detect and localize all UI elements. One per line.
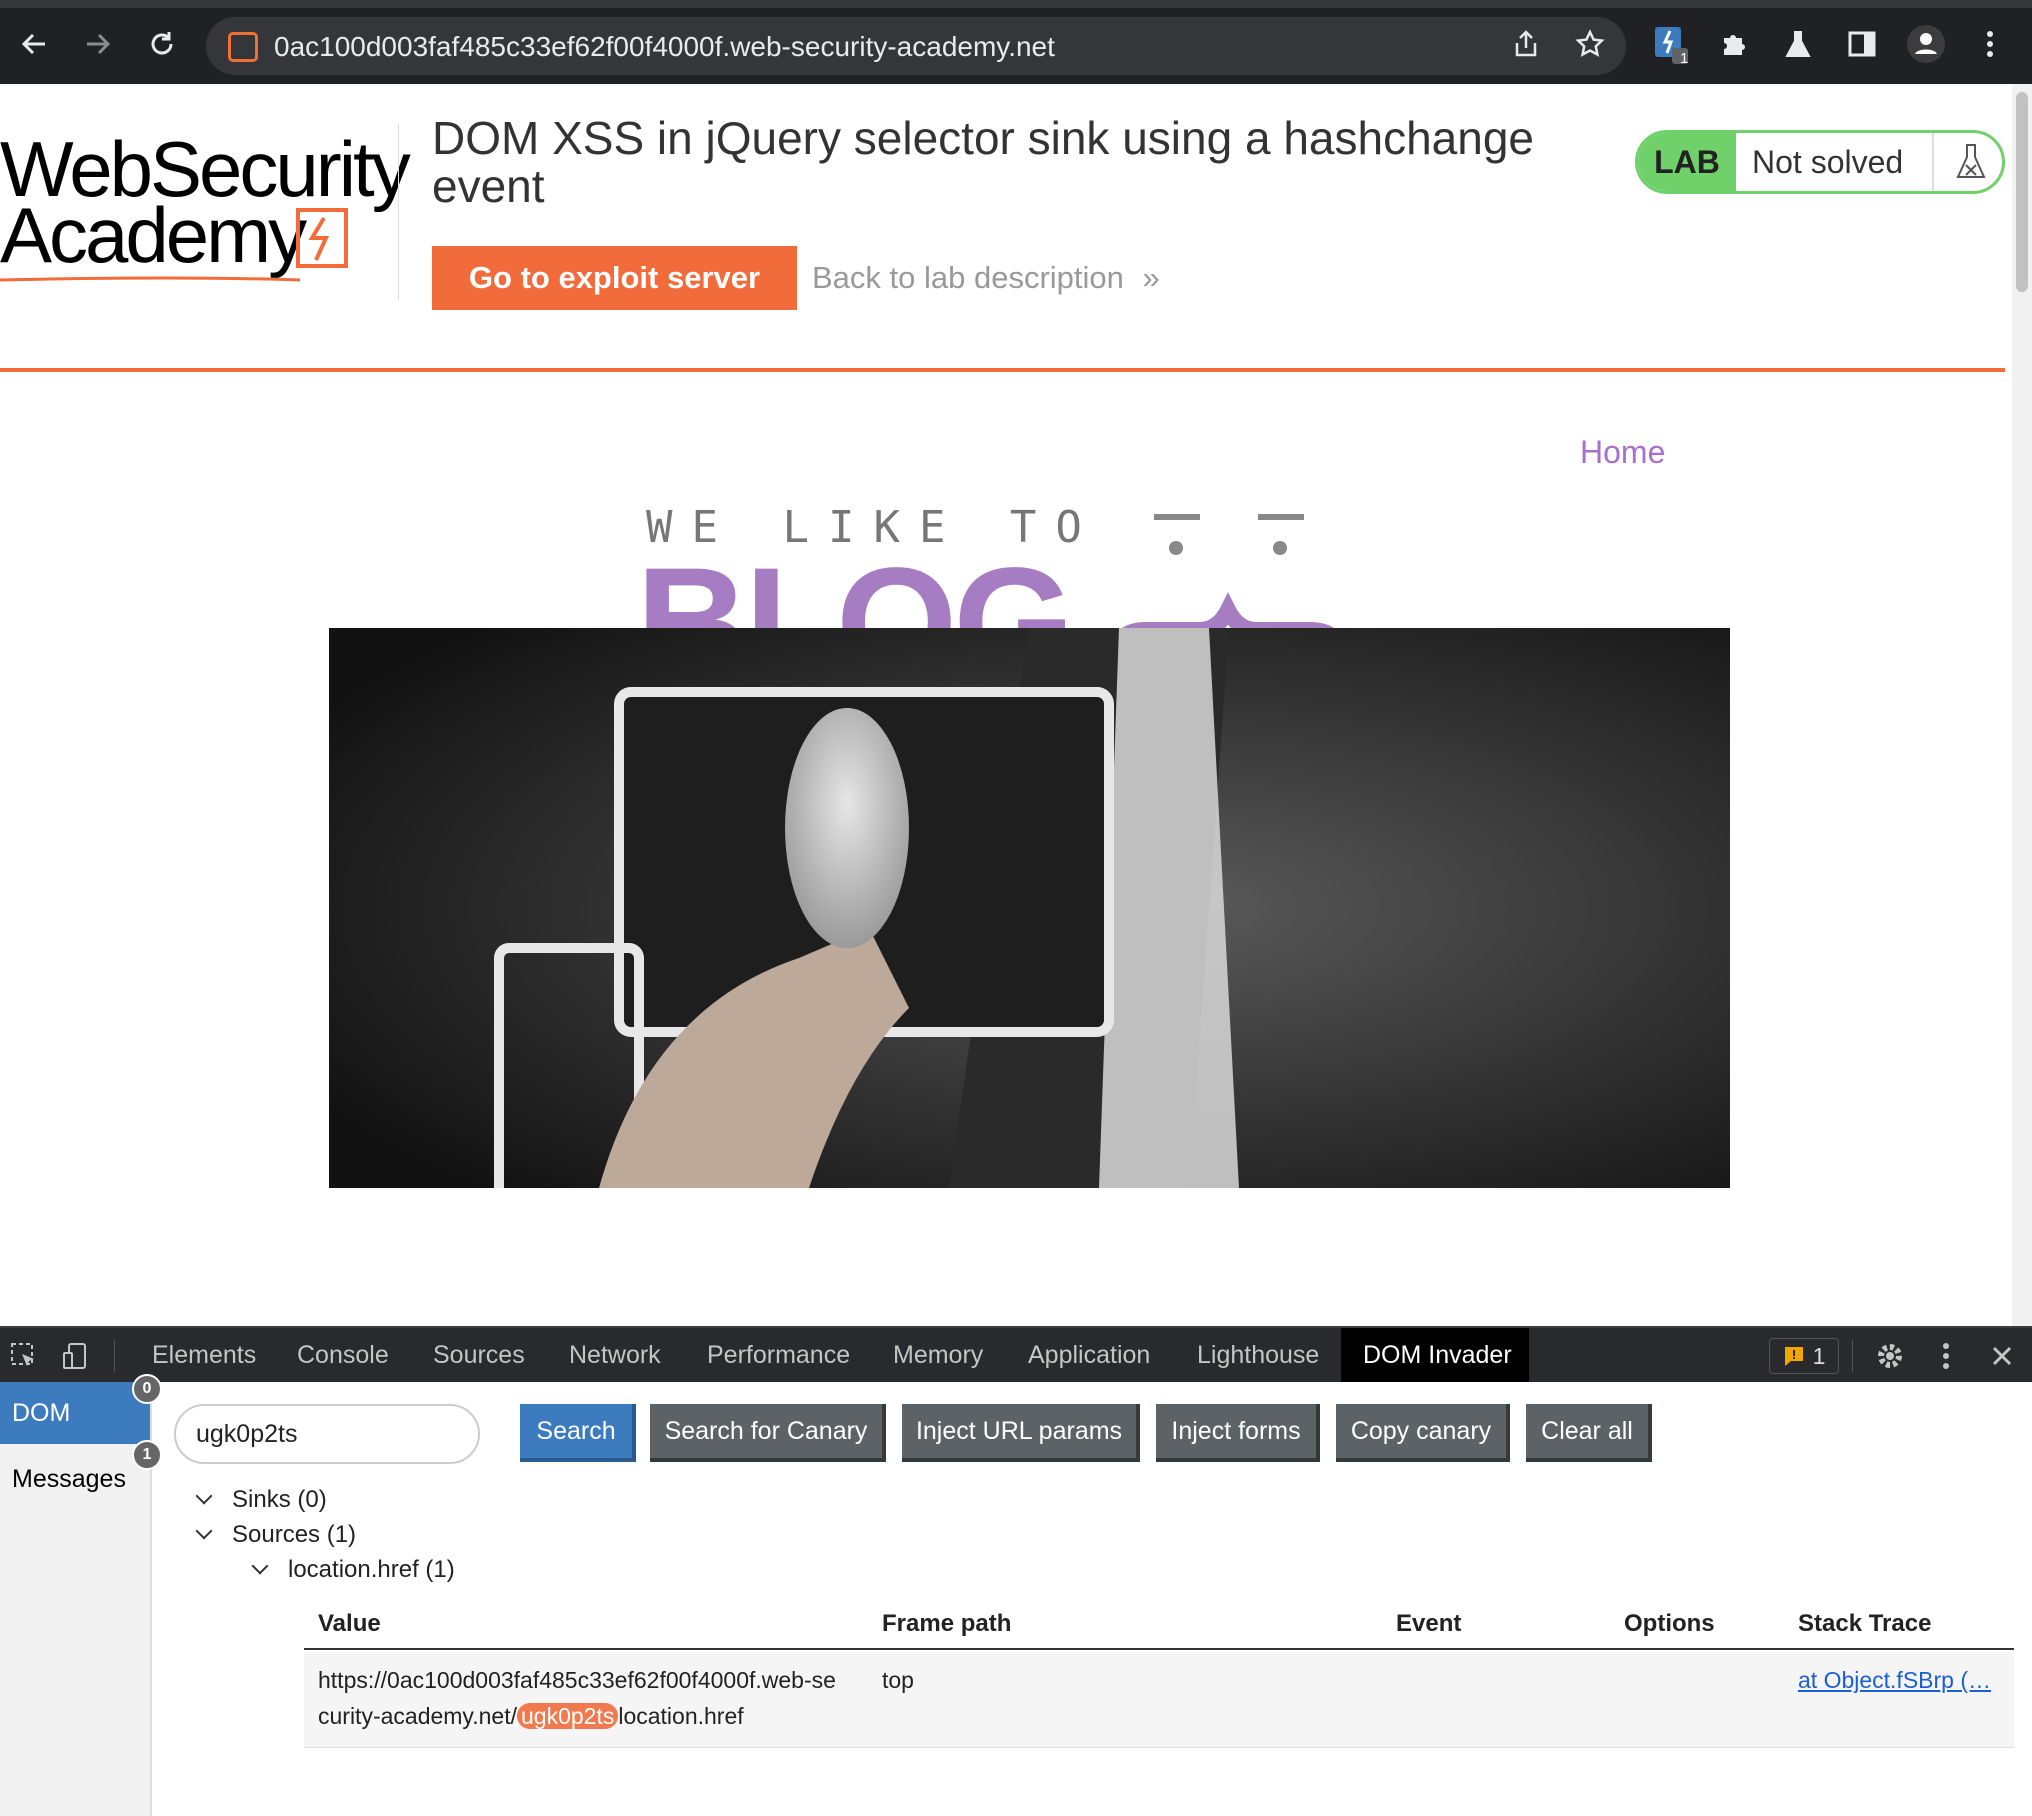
column-value: Value xyxy=(318,1610,381,1637)
sidebar-item-label: DOM xyxy=(12,1398,71,1427)
clear-all-button[interactable]: Clear all xyxy=(1526,1404,1652,1462)
value-cell: https://0ac100d003faf485c33ef62f00f4000f… xyxy=(318,1662,878,1734)
profile-icon[interactable] xyxy=(1904,22,1948,66)
column-frame-path: Frame path xyxy=(882,1610,1012,1637)
tab-strip xyxy=(0,0,2032,8)
issues-button[interactable]: 1 xyxy=(1769,1338,1839,1374)
column-stack-trace: Stack Trace xyxy=(1798,1610,1932,1637)
extension-icon[interactable]: 1 xyxy=(1648,22,1692,67)
inspect-element-icon[interactable] xyxy=(4,1336,44,1376)
settings-gear-icon[interactable] xyxy=(1870,1336,1910,1376)
header-rule xyxy=(0,368,2005,372)
puzzle-icon[interactable] xyxy=(1712,22,1756,66)
lab-title: DOM XSS in jQuery selector sink using a … xyxy=(432,112,1534,212)
flask-icon[interactable] xyxy=(1776,22,1820,66)
value-suffix: location.href xyxy=(618,1703,744,1729)
tree-sinks[interactable]: Sinks (0) xyxy=(195,1486,327,1514)
value-line-2: curity-academy.net/ugk0p2ts location.href xyxy=(318,1698,878,1734)
share-icon[interactable] xyxy=(1504,22,1548,66)
chevron-down-icon xyxy=(251,1557,269,1575)
tree-location-href[interactable]: location.href (1) xyxy=(251,1556,455,1584)
chevron-down-icon xyxy=(195,1522,213,1540)
tab-elements[interactable]: Elements xyxy=(130,1328,278,1382)
lab-state: Not solved xyxy=(1752,144,1904,180)
tree-sinks-label: Sinks (0) xyxy=(232,1486,327,1513)
forward-icon[interactable] xyxy=(76,22,120,66)
stack-trace-link[interactable]: at Object.fSBrp (… xyxy=(1798,1662,1991,1698)
sources-table-header: Value Frame path Event Options Stack Tra… xyxy=(304,1598,2014,1650)
tab-divider-right xyxy=(1852,1340,1853,1372)
inject-forms-button[interactable]: Inject forms xyxy=(1156,1404,1320,1462)
address-bar[interactable]: 0ac100d003faf485c33ef62f00f4000f.web-sec… xyxy=(206,17,1626,75)
tree-sources[interactable]: Sources (1) xyxy=(195,1521,357,1549)
search-button[interactable]: Search xyxy=(520,1404,636,1462)
tab-memory[interactable]: Memory xyxy=(871,1328,1005,1382)
sidebar-item-dom[interactable]: DOM 0 xyxy=(0,1374,162,1444)
dom-invader-sidebar: DOM 0 Messages 1 xyxy=(0,1374,162,1816)
logo-bolt-icon xyxy=(296,208,348,268)
lab-badge: LAB xyxy=(1638,133,1736,191)
double-chevron-icon: » xyxy=(1142,260,1160,295)
tree-location-href-label: location.href (1) xyxy=(288,1556,455,1583)
tab-dom-invader[interactable]: DOM Invader xyxy=(1341,1328,1529,1382)
value-line-1: https://0ac100d003faf485c33ef62f00f4000f… xyxy=(318,1667,836,1693)
tab-sources[interactable]: Sources xyxy=(411,1328,547,1382)
tab-performance[interactable]: Performance xyxy=(685,1328,872,1382)
sidebar-count-badge: 1 xyxy=(132,1440,162,1470)
page-scrollbar[interactable] xyxy=(2012,84,2032,1326)
copy-canary-button[interactable]: Copy canary xyxy=(1336,1404,1510,1462)
browser-toolbar: 0ac100d003faf485c33ef62f00f4000f.web-sec… xyxy=(0,0,2032,84)
tab-console[interactable]: Console xyxy=(275,1328,411,1382)
tab-divider xyxy=(114,1340,115,1372)
sidebar-count-badge: 0 xyxy=(132,1374,162,1404)
reload-icon[interactable] xyxy=(140,22,184,66)
frame-path-cell: top xyxy=(882,1667,914,1693)
tree-sources-label: Sources (1) xyxy=(232,1521,357,1548)
inject-url-params-button[interactable]: Inject URL params xyxy=(902,1404,1140,1462)
sidebar-item-messages[interactable]: Messages 1 xyxy=(0,1440,162,1510)
extension-badge: 1 xyxy=(1680,50,1689,67)
column-event: Event xyxy=(1396,1610,1462,1637)
devtools-panel: Elements Console Sources Network Perform… xyxy=(0,1326,2032,1816)
scrollbar-thumb[interactable] xyxy=(2016,92,2028,292)
sidepanel-icon[interactable] xyxy=(1840,22,1884,66)
column-options: Options xyxy=(1624,1610,1715,1637)
back-link-label: Back to lab description xyxy=(812,260,1124,295)
site-favicon-icon xyxy=(228,32,258,62)
table-row[interactable]: https://0ac100d003faf485c33ef62f00f4000f… xyxy=(304,1652,2014,1748)
page-viewport: WebSecurity Academy DOM XSS in jQuery se… xyxy=(0,84,2012,1326)
sidebar-item-label: Messages xyxy=(12,1464,126,1493)
menu-icon[interactable] xyxy=(1968,22,2012,66)
lab-status-widget: LAB Not solved xyxy=(1635,130,2005,194)
url-text[interactable]: 0ac100d003faf485c33ef62f00f4000f.web-sec… xyxy=(274,31,1055,63)
value-prefix: curity-academy.net/ xyxy=(318,1703,517,1729)
issue-flag-icon xyxy=(1784,1347,1803,1366)
chevron-down-icon xyxy=(195,1487,213,1505)
device-toggle-icon[interactable] xyxy=(56,1336,96,1376)
header-divider xyxy=(398,124,399,300)
star-icon[interactable] xyxy=(1568,22,1612,66)
back-icon[interactable] xyxy=(12,22,56,66)
blog-hero-image[interactable] xyxy=(329,628,1730,1188)
exploit-server-button[interactable]: Go to exploit server xyxy=(432,246,797,310)
devtools-tabbar: Elements Console Sources Network Perform… xyxy=(0,1326,2032,1382)
back-to-description-link[interactable]: Back to lab description » xyxy=(812,260,1160,296)
canary-search-input[interactable] xyxy=(174,1404,480,1464)
nav-home-link[interactable]: Home xyxy=(1580,434,1665,471)
logo-line-2: Academy xyxy=(0,191,307,279)
canary-highlight: ugk0p2ts xyxy=(516,1703,619,1729)
search-canary-button[interactable]: Search for Canary xyxy=(650,1404,886,1462)
lab-flask-icon xyxy=(1932,133,2002,191)
tab-application[interactable]: Application xyxy=(1006,1328,1172,1382)
academy-logo[interactable]: WebSecurity Academy xyxy=(0,124,411,284)
tab-lighthouse[interactable]: Lighthouse xyxy=(1175,1328,1341,1382)
logo-underline xyxy=(0,276,301,282)
close-devtools-icon[interactable] xyxy=(1982,1336,2022,1376)
issues-count: 1 xyxy=(1812,1342,1826,1369)
tab-network[interactable]: Network xyxy=(547,1328,683,1382)
devtools-menu-icon[interactable] xyxy=(1926,1336,1966,1376)
